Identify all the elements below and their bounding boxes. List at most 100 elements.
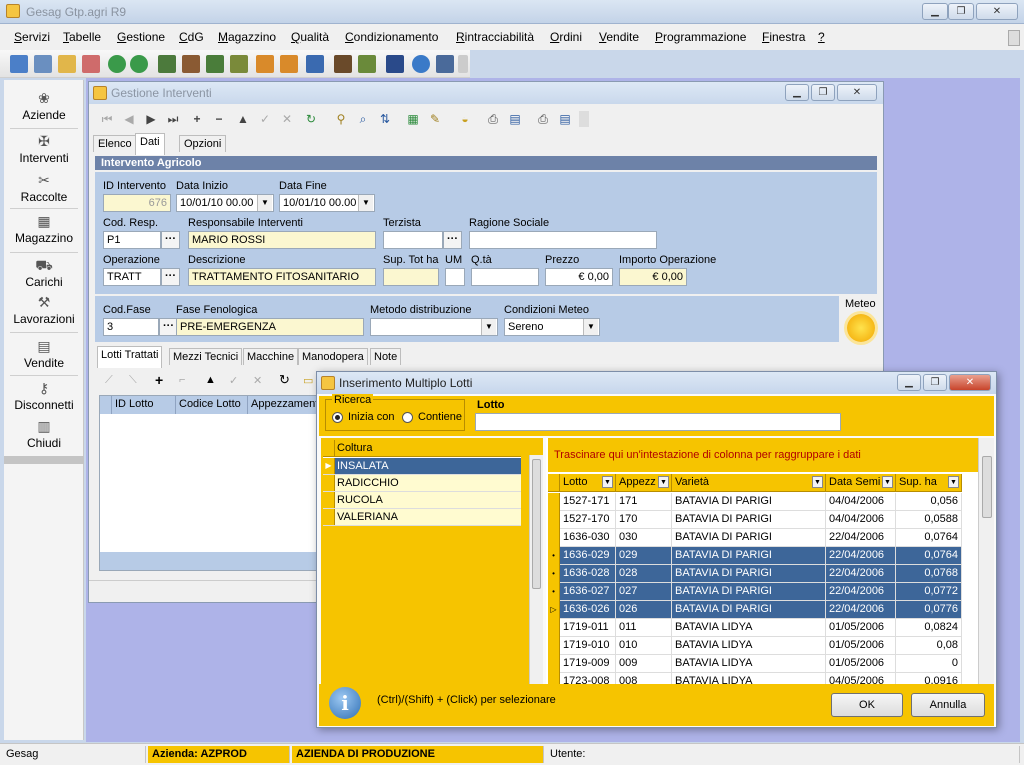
- calculator-icon[interactable]: [386, 55, 404, 73]
- lotto-row[interactable]: 1636-030 030 BATAVIA DI PARIGI 22/04/2006 0,…: [548, 529, 962, 547]
- confirm-icon[interactable]: ✓: [229, 374, 238, 387]
- responsabile-field[interactable]: MARIO ROSSI: [188, 231, 376, 249]
- importo-field[interactable]: € 0,00: [619, 268, 687, 286]
- sup-tot-field[interactable]: [383, 268, 439, 286]
- refresh-icon[interactable]: ↻: [279, 372, 290, 388]
- lotti-scrollbar[interactable]: [978, 438, 994, 684]
- coltura-scrollbar[interactable]: [529, 455, 543, 687]
- col-appezz[interactable]: Appezz ▼: [616, 474, 672, 492]
- prev-icon[interactable]: ⟍: [129, 374, 137, 387]
- gi-maximize-button[interactable]: ❐: [811, 84, 835, 101]
- next-record-icon[interactable]: ▶: [143, 111, 159, 127]
- scroll-thumb[interactable]: [982, 456, 992, 518]
- folder-icon[interactable]: ▭: [303, 374, 313, 387]
- prev-record-icon[interactable]: ◀: [121, 111, 137, 127]
- chevron-down-icon[interactable]: ▼: [948, 476, 959, 488]
- qta-field[interactable]: [471, 268, 539, 286]
- tag-icon[interactable]: [82, 55, 100, 73]
- coltura-row[interactable]: RUCOLA: [323, 492, 521, 509]
- operazione-field[interactable]: TRATT: [103, 268, 161, 286]
- menu-cdg[interactable]: CdG: [179, 30, 204, 44]
- export-icon[interactable]: ✎: [427, 111, 443, 127]
- col-sup-ha[interactable]: Sup. ha ▼: [896, 474, 962, 492]
- sidebar-item-carichi[interactable]: ⛟ Carichi: [4, 257, 84, 289]
- sidebar-item-chiudi[interactable]: ▥ Chiudi: [4, 418, 84, 450]
- lotto-row[interactable]: • 1636-029 029 BATAVIA DI PARIGI 22/04/2006 0…: [548, 547, 962, 565]
- user-icon[interactable]: [436, 55, 454, 73]
- dialog-minimize-button[interactable]: ▁: [897, 374, 921, 391]
- copy-icon[interactable]: [34, 55, 52, 73]
- sidebar-item-disconnetti[interactable]: ⚷ Disconnetti: [4, 380, 84, 412]
- menu-condizionamento[interactable]: Condizionamento: [345, 30, 438, 44]
- col-data-semi[interactable]: Data Semi ▼: [826, 474, 896, 492]
- lotto-search-input[interactable]: [475, 413, 841, 431]
- minimize-button[interactable]: ▁: [922, 3, 948, 20]
- lotto-row[interactable]: • 1636-028 028 BATAVIA DI PARIGI 22/04/2006 0…: [548, 565, 962, 583]
- tab-note[interactable]: Note: [370, 348, 402, 365]
- toolbar-overflow-icon[interactable]: [458, 55, 468, 73]
- fase-fenologica-field[interactable]: PRE-EMERGENZA: [176, 318, 364, 336]
- ok-button[interactable]: OK: [831, 693, 903, 717]
- metodo-select[interactable]: [370, 318, 498, 336]
- tab-mezzi-tecnici[interactable]: Mezzi Tecnici: [169, 348, 243, 365]
- group-by-area[interactable]: Trascinare qui un'intestazione di colonn…: [548, 438, 978, 472]
- col-varieta[interactable]: Varietà ▼: [672, 474, 826, 492]
- dialog-close-button[interactable]: ✕: [949, 374, 991, 391]
- chevron-down-icon[interactable]: ▼: [257, 195, 272, 211]
- report2-icon[interactable]: [280, 55, 298, 73]
- col-lotto[interactable]: Lotto ▼: [560, 474, 616, 492]
- sidebar-item-interventi[interactable]: ✠ Interventi: [4, 133, 84, 165]
- annulla-button[interactable]: Annulla: [911, 693, 985, 717]
- up-icon[interactable]: ▲: [205, 374, 216, 386]
- coltura-row[interactable]: ▶ INSALATA: [323, 458, 521, 475]
- print-preview2-icon[interactable]: ▤: [557, 111, 573, 127]
- chevron-down-icon[interactable]: ▼: [602, 476, 613, 488]
- network-icon[interactable]: [306, 55, 324, 73]
- close-button[interactable]: ✕: [976, 3, 1018, 20]
- lotto-row[interactable]: 1719-011 011 BATAVIA LIDYA 01/05/2006 0,0824: [548, 619, 962, 637]
- menu-qualita[interactable]: Qualità: [291, 30, 329, 44]
- tab-dati[interactable]: Dati: [135, 133, 165, 155]
- operazione-lookup-button[interactable]: ···: [161, 268, 180, 286]
- menu-rintracciabilita[interactable]: Rintracciabilità: [456, 30, 534, 44]
- sidebar-item-magazzino[interactable]: ▦ Magazzino: [4, 213, 84, 245]
- id-intervento-field[interactable]: 676: [103, 194, 171, 212]
- cancel-icon[interactable]: ✕: [253, 374, 262, 387]
- info-icon[interactable]: [412, 55, 430, 73]
- cod-fase-field[interactable]: 3: [103, 318, 159, 336]
- menu-gestione[interactable]: Gestione: [117, 30, 165, 44]
- filter-icon[interactable]: ⚲: [333, 111, 349, 127]
- menu-magazzino[interactable]: Magazzino: [218, 30, 276, 44]
- last-record-icon[interactable]: ⏭: [165, 111, 181, 127]
- coltura-row[interactable]: VALERIANA: [323, 509, 521, 526]
- first-icon[interactable]: ⟋: [105, 374, 113, 387]
- menu-ordini[interactable]: Ordini: [550, 30, 582, 44]
- chevron-down-icon[interactable]: ▼: [658, 476, 669, 488]
- back-icon[interactable]: [108, 55, 126, 73]
- gi-close-button[interactable]: ✕: [837, 84, 877, 101]
- sort-icon[interactable]: ⇅: [377, 111, 393, 127]
- lotto-row[interactable]: • 1636-027 027 BATAVIA DI PARIGI 22/04/2006 0…: [548, 583, 962, 601]
- ragione-sociale-field[interactable]: [469, 231, 657, 249]
- tab-manodopera[interactable]: Manodopera: [298, 348, 368, 365]
- print2-icon[interactable]: ⎙: [535, 111, 551, 127]
- menu-servizi[interactable]: Servizi: [14, 30, 50, 44]
- confirm-icon[interactable]: ✓: [257, 111, 273, 127]
- up-icon[interactable]: ▲: [235, 111, 251, 127]
- print-preview-icon[interactable]: ▤: [507, 111, 523, 127]
- sidebar-item-vendite[interactable]: ▤ Vendite: [4, 338, 84, 370]
- radio-inizia-con[interactable]: [332, 412, 343, 423]
- chart-icon[interactable]: [158, 55, 176, 73]
- first-record-icon[interactable]: ⏮: [99, 111, 115, 127]
- helmet-icon[interactable]: ◒: [457, 111, 473, 127]
- folder-icon[interactable]: [58, 55, 76, 73]
- coltura-row[interactable]: RADICCHIO: [323, 475, 521, 492]
- chevron-down-icon[interactable]: ▼: [812, 476, 823, 488]
- cancel-icon[interactable]: ✕: [279, 111, 295, 127]
- tractor-icon[interactable]: [230, 55, 248, 73]
- chevron-down-icon[interactable]: ▼: [583, 319, 598, 335]
- lotto-row[interactable]: 1527-170 170 BATAVIA DI PARIGI 04/04/2006 0,…: [548, 511, 962, 529]
- search-icon[interactable]: ⌕: [355, 111, 371, 127]
- toolbar-overflow-icon[interactable]: [579, 111, 589, 127]
- lotto-row[interactable]: 1719-009 009 BATAVIA LIDYA 01/05/2006 0: [548, 655, 962, 673]
